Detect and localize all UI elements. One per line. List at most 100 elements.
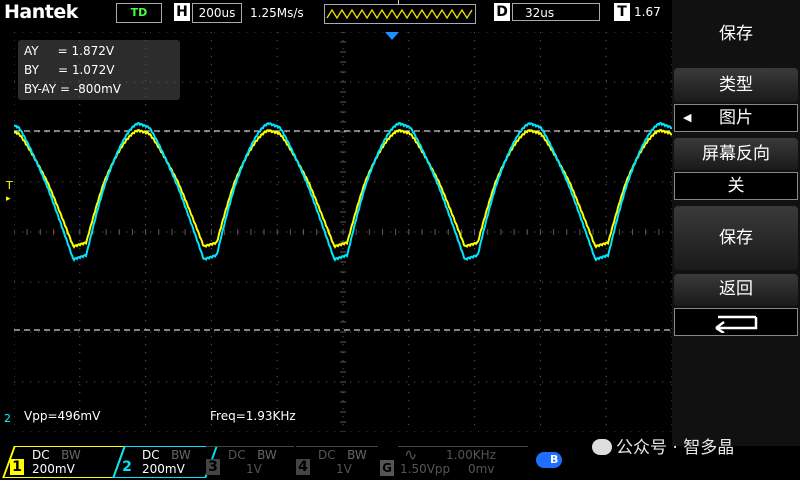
menu-back-button[interactable] (674, 308, 798, 336)
grid-dot (230, 81, 232, 83)
grid-dot (14, 128, 15, 130)
channel-1-status[interactable]: 1 DC BW 200mV (2, 446, 126, 478)
grid-dot (462, 32, 464, 33)
grid-dot (326, 381, 328, 383)
grid-dot (79, 208, 81, 210)
grid-dot (342, 240, 344, 242)
grid-dot (446, 181, 448, 183)
grid-dot (605, 40, 607, 42)
grid-dot (462, 81, 464, 83)
grid-dot (605, 80, 607, 82)
delay-value[interactable]: 32us (512, 3, 600, 21)
grid-dot (605, 48, 607, 50)
grid-dot (539, 336, 541, 338)
grid-dot (254, 431, 256, 432)
grid-dot (446, 431, 448, 432)
grid-dot (622, 32, 624, 33)
grid-dot (210, 352, 212, 354)
grid-dot (438, 281, 440, 283)
grid-dot (342, 336, 344, 338)
menu-type-value[interactable]: ◀ 图片 (674, 104, 798, 132)
grid-dot (574, 81, 576, 83)
grid-dot (276, 48, 278, 50)
grid-dot (494, 231, 496, 233)
grid-dot (406, 81, 408, 83)
grid-dot (454, 131, 456, 133)
menu-type-label[interactable]: 类型 (674, 72, 798, 98)
grid-dot (79, 104, 81, 106)
grid-dot (14, 56, 15, 58)
grid-dot (30, 181, 32, 183)
cursor-delta-readout: BY-AY = -800mV (24, 82, 121, 96)
trigger-level-marker[interactable]: T ▸ (6, 180, 16, 205)
grid-dot (614, 32, 616, 33)
grid-dot (474, 208, 476, 210)
grid-dot (70, 431, 72, 432)
grid-dot (474, 280, 476, 282)
grid-dot (342, 368, 344, 370)
grid-dot (86, 231, 88, 233)
channel-3-status[interactable]: 3 DC BW 1V (206, 446, 294, 477)
timebase-value[interactable]: 200us (192, 3, 242, 23)
grid-dot (318, 131, 320, 133)
grid-dot (79, 200, 81, 202)
grid-dot (46, 381, 48, 383)
grid-dot (558, 81, 560, 83)
grid-dot (22, 231, 24, 233)
grid-dot (454, 331, 456, 333)
grid-dot (638, 231, 640, 233)
grid-dot (414, 181, 416, 183)
grid-dot (474, 376, 476, 378)
grid-dot (254, 231, 256, 233)
grid-dot (539, 32, 541, 34)
menu-invert-value[interactable]: 关 (674, 172, 798, 200)
grid-dot (474, 224, 476, 226)
grid-dot (474, 368, 476, 370)
grid-dot (238, 331, 240, 333)
grid-dot (654, 281, 656, 283)
grid-dot (276, 240, 278, 242)
watermark-text: 公众号 · 智多晶 (616, 438, 735, 458)
channel-2-status[interactable]: 2 DC BW 200mV (112, 446, 218, 478)
grid-dot (190, 181, 192, 183)
grid-dot (79, 384, 81, 386)
grid-dot (246, 32, 248, 33)
grid-dot (406, 281, 408, 283)
grid-dot (605, 280, 607, 282)
grid-dot (574, 281, 576, 283)
trigger-position-bar[interactable] (324, 4, 476, 24)
grid-dot (474, 424, 476, 426)
trigger-point-icon[interactable] (385, 32, 399, 40)
generator-status[interactable]: ∿ 1.00KHz 1.50Vpp 0mv (398, 445, 528, 477)
grid-dot (334, 431, 336, 432)
ch2-ground-marker[interactable]: 2 (4, 412, 16, 428)
grid-dot (276, 264, 278, 266)
grid-dot (558, 281, 560, 283)
grid-dot (605, 184, 607, 186)
grid-dot (22, 181, 24, 183)
grid-dot (342, 288, 344, 290)
grid-dot (145, 256, 147, 258)
grid-dot (550, 81, 552, 83)
grid-dot (150, 181, 152, 183)
menu-invert-label[interactable]: 屏幕反向 (674, 141, 798, 167)
grid-dot (408, 112, 410, 114)
grid-dot (598, 281, 600, 283)
grid-dot (210, 384, 212, 386)
menu-save-button[interactable]: 保存 (674, 224, 798, 252)
grid-dot (38, 431, 40, 432)
grid-dot (14, 104, 15, 106)
grid-dot (342, 176, 344, 178)
menu-back-label[interactable]: 返回 (674, 276, 798, 302)
grid-dot (270, 81, 272, 83)
grid-dot (94, 131, 96, 133)
grid-dot (210, 272, 212, 274)
grid-dot (150, 231, 152, 233)
trigger-label: T (614, 3, 630, 21)
acquisition-mode-badge[interactable]: TD (116, 3, 162, 23)
trigger-level-value[interactable]: 1.67 (634, 3, 672, 21)
grid-dot (222, 281, 224, 283)
grid-dot (145, 264, 147, 266)
channel-4-status[interactable]: 4 DC BW 1V (296, 446, 378, 477)
grid-dot (142, 331, 144, 333)
